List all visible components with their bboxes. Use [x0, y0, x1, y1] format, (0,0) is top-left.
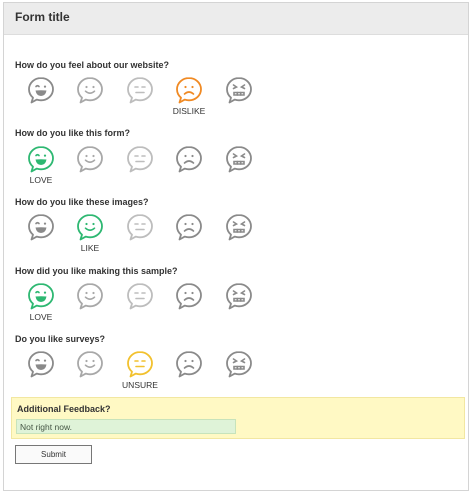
- love-face-icon[interactable]: LOVE: [26, 144, 56, 185]
- form-container: Form title How do you feel about our web…: [3, 2, 469, 491]
- face-caption: LIKE: [80, 243, 100, 253]
- feedback-input[interactable]: Not right now.: [16, 419, 236, 434]
- question-label: How do you like these images?: [15, 197, 149, 207]
- face-caption: UNSURE: [122, 380, 158, 390]
- love-face-icon[interactable]: LOVE: [26, 281, 56, 322]
- form-title: Form title: [15, 10, 70, 24]
- like-face-icon[interactable]: [75, 75, 105, 105]
- question-label: Do you like surveys?: [15, 334, 106, 344]
- unsure-face-icon[interactable]: [125, 212, 155, 242]
- face-caption: LOVE: [29, 175, 53, 185]
- love-face-icon[interactable]: [26, 212, 56, 242]
- dislike-face-icon[interactable]: DISLIKE: [173, 75, 205, 116]
- like-face-icon[interactable]: [75, 144, 105, 174]
- like-face-icon[interactable]: [75, 281, 105, 311]
- hate-face-icon[interactable]: [224, 144, 254, 174]
- hate-face-icon[interactable]: [224, 212, 254, 242]
- face-caption: DISLIKE: [172, 106, 206, 116]
- like-face-icon[interactable]: LIKE: [75, 212, 105, 253]
- hate-face-icon[interactable]: [224, 75, 254, 105]
- question-label: How did you like making this sample?: [15, 266, 178, 276]
- love-face-icon[interactable]: [26, 349, 56, 379]
- love-face-icon[interactable]: [26, 75, 56, 105]
- hate-face-icon[interactable]: [224, 349, 254, 379]
- dislike-face-icon[interactable]: [174, 212, 204, 242]
- unsure-face-icon[interactable]: [125, 281, 155, 311]
- submit-button[interactable]: Submit: [15, 445, 92, 464]
- unsure-face-icon[interactable]: UNSURE: [122, 349, 158, 390]
- dislike-face-icon[interactable]: [174, 144, 204, 174]
- question-label: How do you like this form?: [15, 128, 131, 138]
- unsure-face-icon[interactable]: [125, 75, 155, 105]
- dislike-face-icon[interactable]: [174, 349, 204, 379]
- feedback-label: Additional Feedback?: [17, 404, 111, 414]
- hate-face-icon[interactable]: [224, 281, 254, 311]
- dislike-face-icon[interactable]: [174, 281, 204, 311]
- like-face-icon[interactable]: [75, 349, 105, 379]
- form-header: Form title: [4, 3, 468, 35]
- question-label: How do you feel about our website?: [15, 60, 170, 70]
- additional-feedback-section: Additional Feedback? Not right now.: [11, 397, 465, 439]
- face-caption: LOVE: [29, 312, 53, 322]
- unsure-face-icon[interactable]: [125, 144, 155, 174]
